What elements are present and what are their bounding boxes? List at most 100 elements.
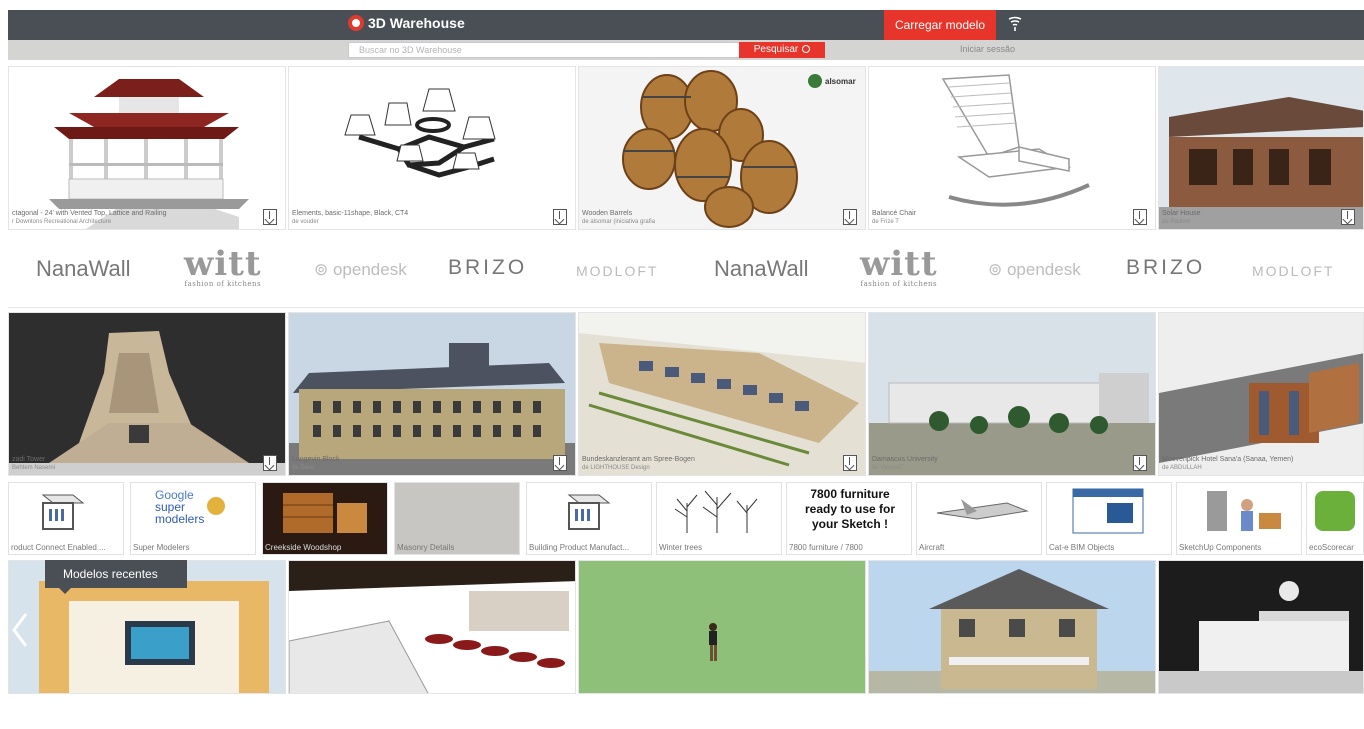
barrels-thumbnail: alsomar [622, 70, 856, 228]
upload-model-button[interactable]: Carregar modelo [884, 10, 996, 40]
collection-card[interactable]: Masonry Details [394, 482, 520, 555]
model-title: Solar House [1162, 210, 1201, 217]
winter-trees-thumbnail [674, 490, 758, 533]
model-caption: zadi Tower Behtem Naserni [12, 456, 55, 472]
modelers-wordmark: modelers [155, 512, 205, 526]
bim-objects-thumbnail [1072, 488, 1144, 534]
collection-card[interactable]: roduct Connect Enabled ... [8, 482, 124, 555]
model-title: Elements, basic-11shape, Black, CT4 [292, 210, 409, 217]
partner-logo-brizo[interactable]: BRIZO [448, 256, 527, 280]
search-input[interactable] [348, 42, 740, 58]
collection-card[interactable]: Building Product Manufact... [526, 482, 652, 555]
collection-card[interactable]: Winter trees [656, 482, 782, 555]
model-author: de Frize T [872, 219, 899, 225]
model-title: Damascus University [872, 456, 938, 463]
download-icon[interactable] [843, 209, 857, 225]
partner-logo-modloft[interactable]: MODLOFT [576, 263, 658, 279]
collection-card[interactable]: ecoScorecar [1306, 482, 1364, 555]
search-button-label: Pesquisar [753, 44, 799, 55]
3d-warehouse-logo-icon [348, 15, 364, 31]
model-title: zadi Tower [12, 456, 46, 463]
collection-label: SketchUp Components [1179, 543, 1262, 552]
collection-label: Masonry Details [397, 543, 455, 552]
aircraft-thumbnail [936, 499, 1029, 520]
product-connect-icon [41, 494, 85, 530]
model-title: Langevin Block [292, 456, 340, 463]
model-caption: Moevenpick Hotel Sana'a (Sanaa, Yemen) de… [1162, 456, 1293, 472]
brand-name: 3D Warehouse [368, 15, 465, 31]
collection-label: roduct Connect Enabled ... [11, 543, 106, 552]
witt-wordmark: witt [860, 244, 938, 284]
wifi-icon[interactable] [1006, 15, 1024, 33]
brand-logo[interactable]: 3D Warehouse [348, 15, 465, 31]
download-icon[interactable] [263, 209, 277, 225]
collection-label: 7800 furniture / 7800 [789, 543, 863, 552]
partner-logo-witt[interactable]: witt fashion of kitchens [184, 244, 262, 288]
collection-card[interactable]: Aircraft [916, 482, 1042, 555]
collection-card[interactable]: 7800 furniture ready to use for your Ske… [786, 482, 912, 555]
download-icon[interactable] [843, 455, 857, 471]
bar-interior-thumbnail [289, 561, 575, 693]
google-super-modelers-logo: Google super modelers [155, 489, 204, 525]
model-card[interactable]: Bundeskanzleramt am Spree-Bogen de LIGHTH… [578, 312, 866, 476]
model-author: de ABDULLAH [1162, 465, 1202, 471]
collection-card[interactable]: SketchUp Components [1176, 482, 1302, 555]
partner-logo-opendesk[interactable]: ⊚ opendesk [314, 260, 407, 280]
medal-icon [207, 497, 225, 515]
download-icon[interactable] [553, 209, 567, 225]
sketchup-components-thumbnail [1207, 491, 1281, 531]
collection-label: ecoScorecar [1309, 543, 1354, 552]
moevenpick-hotel-thumbnail [1159, 353, 1363, 463]
collection-label: Cat-e BIM Objects [1049, 543, 1115, 552]
download-icon[interactable] [1341, 209, 1355, 225]
bundeskanzleramt-thumbnail [579, 333, 865, 475]
model-title: ctagonal - 24' with Vented Top, Lattice … [12, 210, 167, 217]
model-caption: Solar House de Paulvel [1162, 210, 1201, 226]
model-card[interactable]: Solar House de Paulvel [1158, 66, 1364, 230]
model-card[interactable]: ctagonal - 24' with Vented Top, Lattice … [8, 66, 286, 230]
partner-logo-brizo[interactable]: BRIZO [1126, 256, 1205, 280]
model-author: de vouder [292, 219, 319, 225]
model-caption: Bundeskanzleramt am Spree-Bogen de LIGHTH… [582, 456, 695, 472]
witt-tagline: fashion of kitchens [860, 280, 938, 288]
partner-logo-modloft[interactable]: MODLOFT [1252, 263, 1334, 279]
partner-logo-nanawall[interactable]: NanaWall [36, 256, 131, 282]
download-icon[interactable] [1133, 209, 1147, 225]
recent-models-label: Modelos recentes [45, 560, 187, 594]
model-card[interactable]: Moevenpick Hotel Sana'a (Sanaa, Yemen) de… [1158, 312, 1364, 476]
download-icon[interactable] [1133, 455, 1147, 471]
carousel-prev-icon[interactable] [10, 610, 30, 650]
recent-model-card[interactable] [868, 560, 1156, 694]
collection-card[interactable]: Cat-e BIM Objects [1046, 482, 1172, 555]
partner-logo-nanawall[interactable]: NanaWall [714, 256, 809, 282]
collection-card[interactable]: Creekside Woodshop [262, 482, 388, 555]
recent-model-card[interactable] [578, 560, 866, 694]
model-card[interactable]: Langevin Block de Dave [288, 312, 576, 476]
search-button[interactable]: Pesquisar [739, 42, 825, 58]
model-card[interactable]: Balancé Chair de Frize T [868, 66, 1156, 230]
model-title: Wooden Barrels [582, 210, 633, 217]
model-author: de Paulvel [1162, 219, 1191, 225]
partner-logo-witt[interactable]: witt fashion of kitchens [860, 244, 938, 288]
login-link[interactable]: Iniciar sessão [960, 44, 1015, 54]
recent-model-card[interactable] [288, 560, 576, 694]
model-card[interactable]: Damascus University de Venus87 [868, 312, 1156, 476]
collection-card[interactable]: Google super modelers Super Modelers [130, 482, 256, 555]
witt-wordmark: witt [184, 244, 262, 284]
model-caption: Langevin Block de Dave [292, 456, 339, 472]
model-card[interactable]: zadi Tower Behtem Naserni [8, 312, 286, 476]
collection-label: Winter trees [659, 543, 703, 552]
model-card[interactable]: alsomar Wooden Barrels de alsomar (inicia… [578, 66, 866, 230]
model-caption: Damascus University de Venus87 [872, 456, 938, 472]
person-figure-thumbnail [709, 623, 717, 661]
model-card[interactable]: Elements, basic-11shape, Black, CT4 de vo… [288, 66, 576, 230]
download-icon[interactable] [263, 455, 277, 471]
alsomar-badge: alsomar [825, 77, 856, 86]
witt-tagline: fashion of kitchens [184, 280, 262, 288]
model-author: Behtem Naserni [12, 465, 56, 471]
download-icon[interactable] [553, 455, 567, 471]
recent-model-card[interactable] [1158, 560, 1364, 694]
partner-logo-opendesk[interactable]: ⊚ opendesk [988, 260, 1081, 280]
interior-thumbnail [1159, 581, 1363, 693]
rocking-chair-thumbnail [941, 74, 1090, 207]
